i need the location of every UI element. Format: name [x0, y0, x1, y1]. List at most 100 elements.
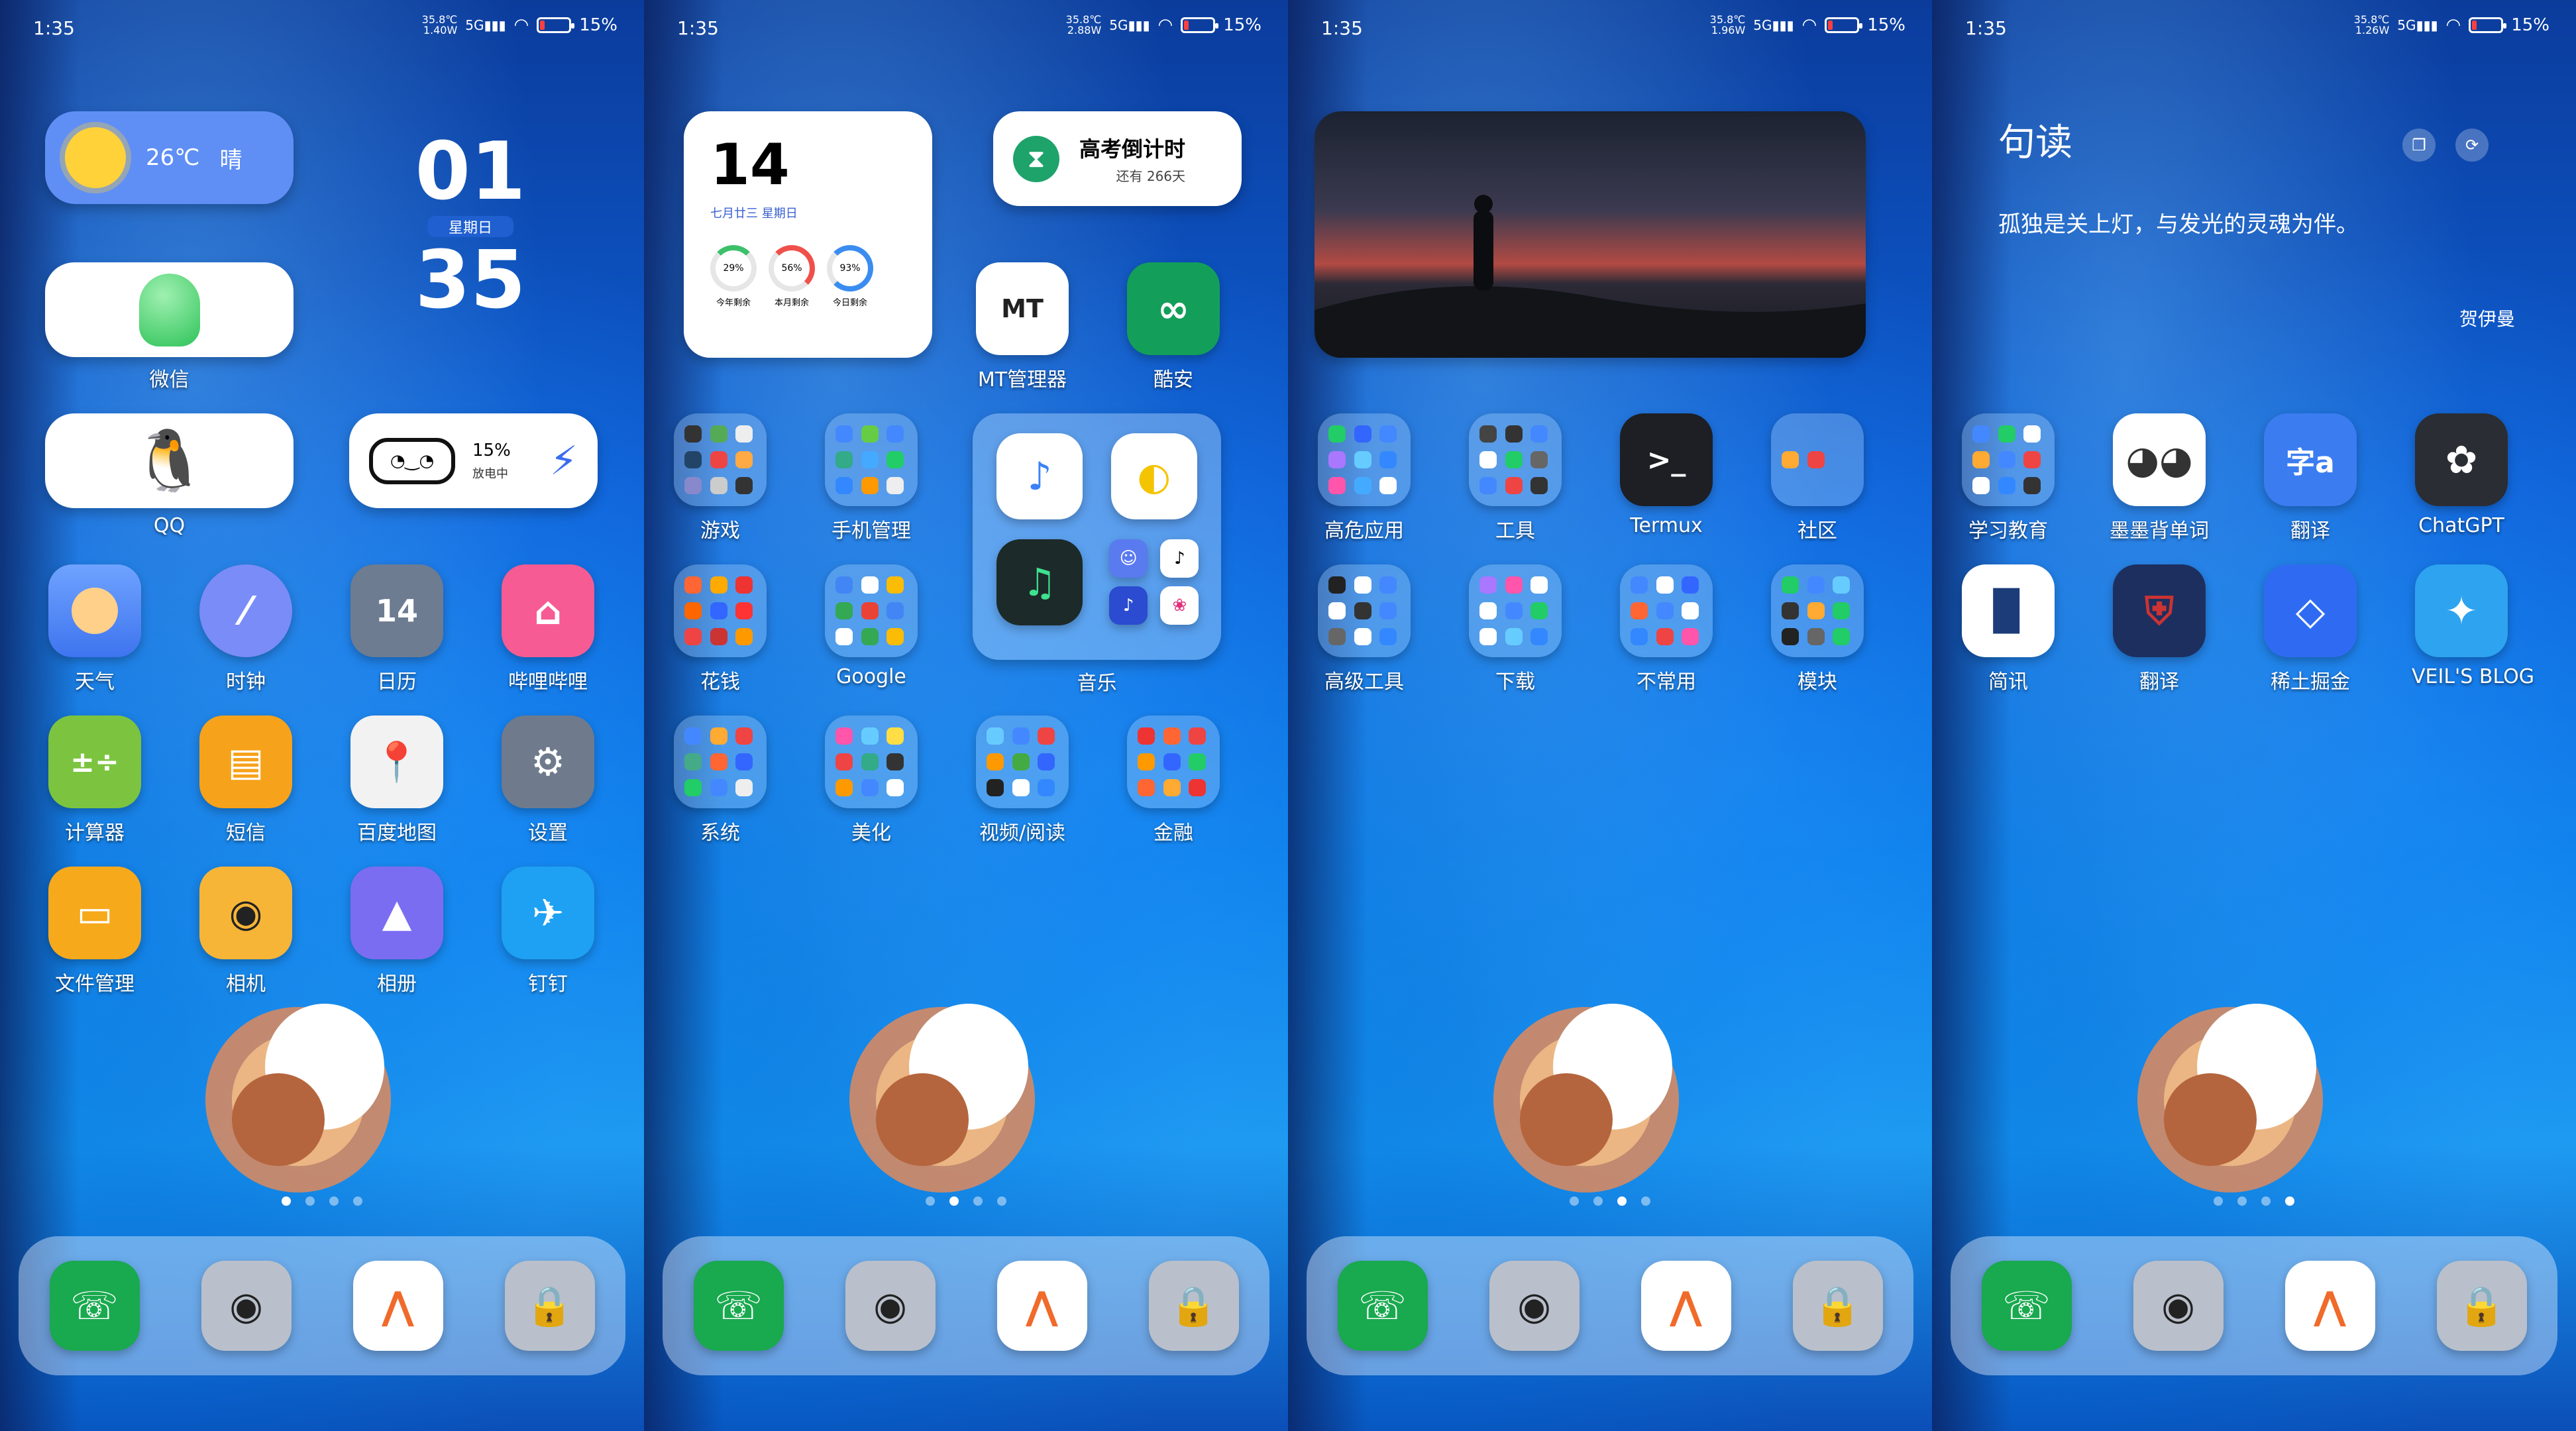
qq-label: QQ [153, 514, 186, 537]
phone-icon[interactable]: ☏ [49, 1261, 140, 1351]
launcher-icon[interactable]: ⋀ [352, 1261, 443, 1351]
refresh-icon[interactable]: ⟳ [2455, 129, 2489, 162]
cal-rings: 29% 今年剩余 56% 本月剩余 93% 今日剩余 [710, 245, 906, 308]
page-dot[interactable] [1641, 1196, 1650, 1206]
folder-phone-manager[interactable]: 手机管理 [822, 413, 921, 543]
folder-spend[interactable]: 花钱 [671, 564, 770, 694]
camera-icon[interactable]: ◉ [2133, 1261, 2224, 1351]
page-dot[interactable] [2261, 1196, 2271, 1206]
launcher-icon[interactable]: ⋀ [1640, 1261, 1731, 1351]
page-dot[interactable] [1593, 1196, 1603, 1206]
app-termux[interactable]: >_ Termux [1617, 413, 1716, 537]
folder-icon [976, 716, 1069, 808]
folder-icon [1469, 413, 1562, 506]
folder-rarely-used[interactable]: 不常用 [1617, 564, 1716, 694]
phone-icon[interactable]: ☏ [1981, 1261, 2072, 1351]
photo-widget[interactable] [1315, 111, 1866, 358]
app-dingtalk[interactable]: ✈ 钉钉 [498, 867, 598, 996]
page-dot[interactable] [1570, 1196, 1579, 1206]
hourglass-icon: ⧗ [1013, 135, 1059, 182]
folder-finance[interactable]: 金融 [1124, 716, 1223, 845]
page-dot[interactable] [973, 1196, 983, 1206]
clock-widget[interactable]: 01 星期日 35 [411, 132, 530, 321]
app-calculator[interactable]: ±÷ 计算器 [45, 716, 144, 845]
phone-icon[interactable]: ☏ [1337, 1261, 1428, 1351]
app-mt-manager[interactable]: MT MT管理器 [973, 262, 1072, 392]
app-clock[interactable]: ⁄ 时钟 [196, 564, 295, 694]
page-indicator[interactable] [0, 1196, 644, 1206]
folder-advanced-tools[interactable]: 高级工具 [1315, 564, 1414, 694]
app-calendar[interactable]: 14 日历 [347, 564, 447, 694]
app-momo[interactable]: ◕◕ 墨墨背单词 [2110, 413, 2209, 543]
app-baidu-map[interactable]: 📍 百度地图 [347, 716, 447, 845]
page-dot[interactable] [305, 1196, 315, 1206]
folder-video-read[interactable]: 视频/阅读 [973, 716, 1072, 845]
launcher-icon[interactable]: ⋀ [2284, 1261, 2375, 1351]
page-indicator[interactable] [644, 1196, 1288, 1206]
app-cambridge[interactable]: ⛨ 翻译 [2110, 564, 2209, 694]
folder-icon [1771, 413, 1864, 506]
folder-tools[interactable]: 工具 [1466, 413, 1565, 543]
countdown-widget[interactable]: ⧗ 高考倒计时 还有 266天 [993, 111, 1242, 206]
folder-community[interactable]: 社区 [1768, 413, 1867, 543]
cambridge-icon: ⛨ [2113, 564, 2206, 657]
folder-games[interactable]: 游戏 [671, 413, 770, 543]
weather-widget[interactable]: 26℃ 晴 [45, 111, 294, 204]
signal-icon: 5G▮▮▮ [1109, 17, 1150, 33]
folder-beautify[interactable]: 美化 [822, 716, 921, 845]
folder-modules[interactable]: 模块 [1768, 564, 1867, 694]
wifi-icon: ◠ [513, 15, 529, 35]
app-coolapk[interactable]: ∞ 酷安 [1124, 262, 1223, 392]
app-weather[interactable]: 天气 [45, 564, 144, 694]
lock-icon[interactable]: 🔒 [2436, 1261, 2527, 1351]
page-dot[interactable] [2285, 1196, 2294, 1206]
page-dot[interactable] [997, 1196, 1006, 1206]
status-bar: 1:35 35.8℃ 1.26W 5G▮▮▮ ◠ 15% [1965, 15, 2549, 41]
page-dot[interactable] [353, 1196, 362, 1206]
qq-penguin-icon: 🐧 [132, 426, 207, 496]
app-brief[interactable]: ▉ 简讯 [1959, 564, 2058, 694]
camera-icon[interactable]: ◉ [201, 1261, 292, 1351]
music-folder[interactable]: ♪ ◐ ♫ ☺ ♪ ♪ ❀ [973, 413, 1221, 660]
lock-icon[interactable]: 🔒 [504, 1261, 595, 1351]
copy-icon[interactable]: ❐ [2402, 129, 2436, 162]
page-indicator[interactable] [1932, 1196, 2576, 1206]
page-dot[interactable] [329, 1196, 339, 1206]
folder-google[interactable]: Google [822, 564, 921, 688]
app-settings[interactable]: ⚙ 设置 [498, 716, 598, 845]
page-dot[interactable] [1617, 1196, 1627, 1206]
camera-icon[interactable]: ◉ [1489, 1261, 1580, 1351]
app-messages[interactable]: ▤ 短信 [196, 716, 295, 845]
camera-icon[interactable]: ◉ [845, 1261, 936, 1351]
folder-high-risk[interactable]: 高危应用 [1315, 413, 1414, 543]
folder-download[interactable]: 下载 [1466, 564, 1565, 694]
wechat-widget[interactable] [45, 262, 294, 357]
page-dot[interactable] [2214, 1196, 2223, 1206]
calendar-widget[interactable]: 14 七月廿三 星期日 29% 今年剩余 56% 本月剩余 93% 今日剩余 [684, 111, 932, 358]
folder-icon [1469, 564, 1562, 657]
folder-icon [1962, 413, 2055, 506]
app-file-manager[interactable]: ▭ 文件管理 [45, 867, 144, 996]
app-juejin[interactable]: ◇ 稀土掘金 [2261, 564, 2360, 694]
battery-icon [2469, 17, 2507, 33]
battery-widget[interactable]: ◔‿◔ 15% 放电中 ⚡ [349, 413, 598, 508]
homescreen-page-4: 1:35 35.8℃ 1.26W 5G▮▮▮ ◠ 15% 句读 ❐ ⟳ 孤独是关上… [1932, 0, 2576, 1431]
qq-widget[interactable]: 🐧 [45, 413, 294, 508]
launcher-icon[interactable]: ⋀ [996, 1261, 1087, 1351]
page-dot[interactable] [949, 1196, 959, 1206]
page-dot[interactable] [2237, 1196, 2247, 1206]
folder-system[interactable]: 系统 [671, 716, 770, 845]
app-chatgpt[interactable]: ✿ ChatGPT [2412, 413, 2511, 537]
lock-icon[interactable]: 🔒 [1148, 1261, 1239, 1351]
page-dot[interactable] [926, 1196, 935, 1206]
app-veil-blog[interactable]: ✦ VEIL'S BLOG [2412, 564, 2534, 688]
phone-icon[interactable]: ☏ [693, 1261, 784, 1351]
app-translate[interactable]: 字a 翻译 [2261, 413, 2360, 543]
page-dot[interactable] [282, 1196, 291, 1206]
page-indicator[interactable] [1288, 1196, 1932, 1206]
quote-widget[interactable]: 句读 ❐ ⟳ 孤独是关上灯，与发光的灵魂为伴。 贺伊曼 [1998, 113, 2515, 364]
folder-learning[interactable]: 学习教育 [1959, 413, 2058, 543]
lock-icon[interactable]: 🔒 [1792, 1261, 1883, 1351]
app-bilibili[interactable]: ⌂ 哔哩哔哩 [498, 564, 598, 694]
chatgpt-icon: ✿ [2415, 413, 2508, 506]
